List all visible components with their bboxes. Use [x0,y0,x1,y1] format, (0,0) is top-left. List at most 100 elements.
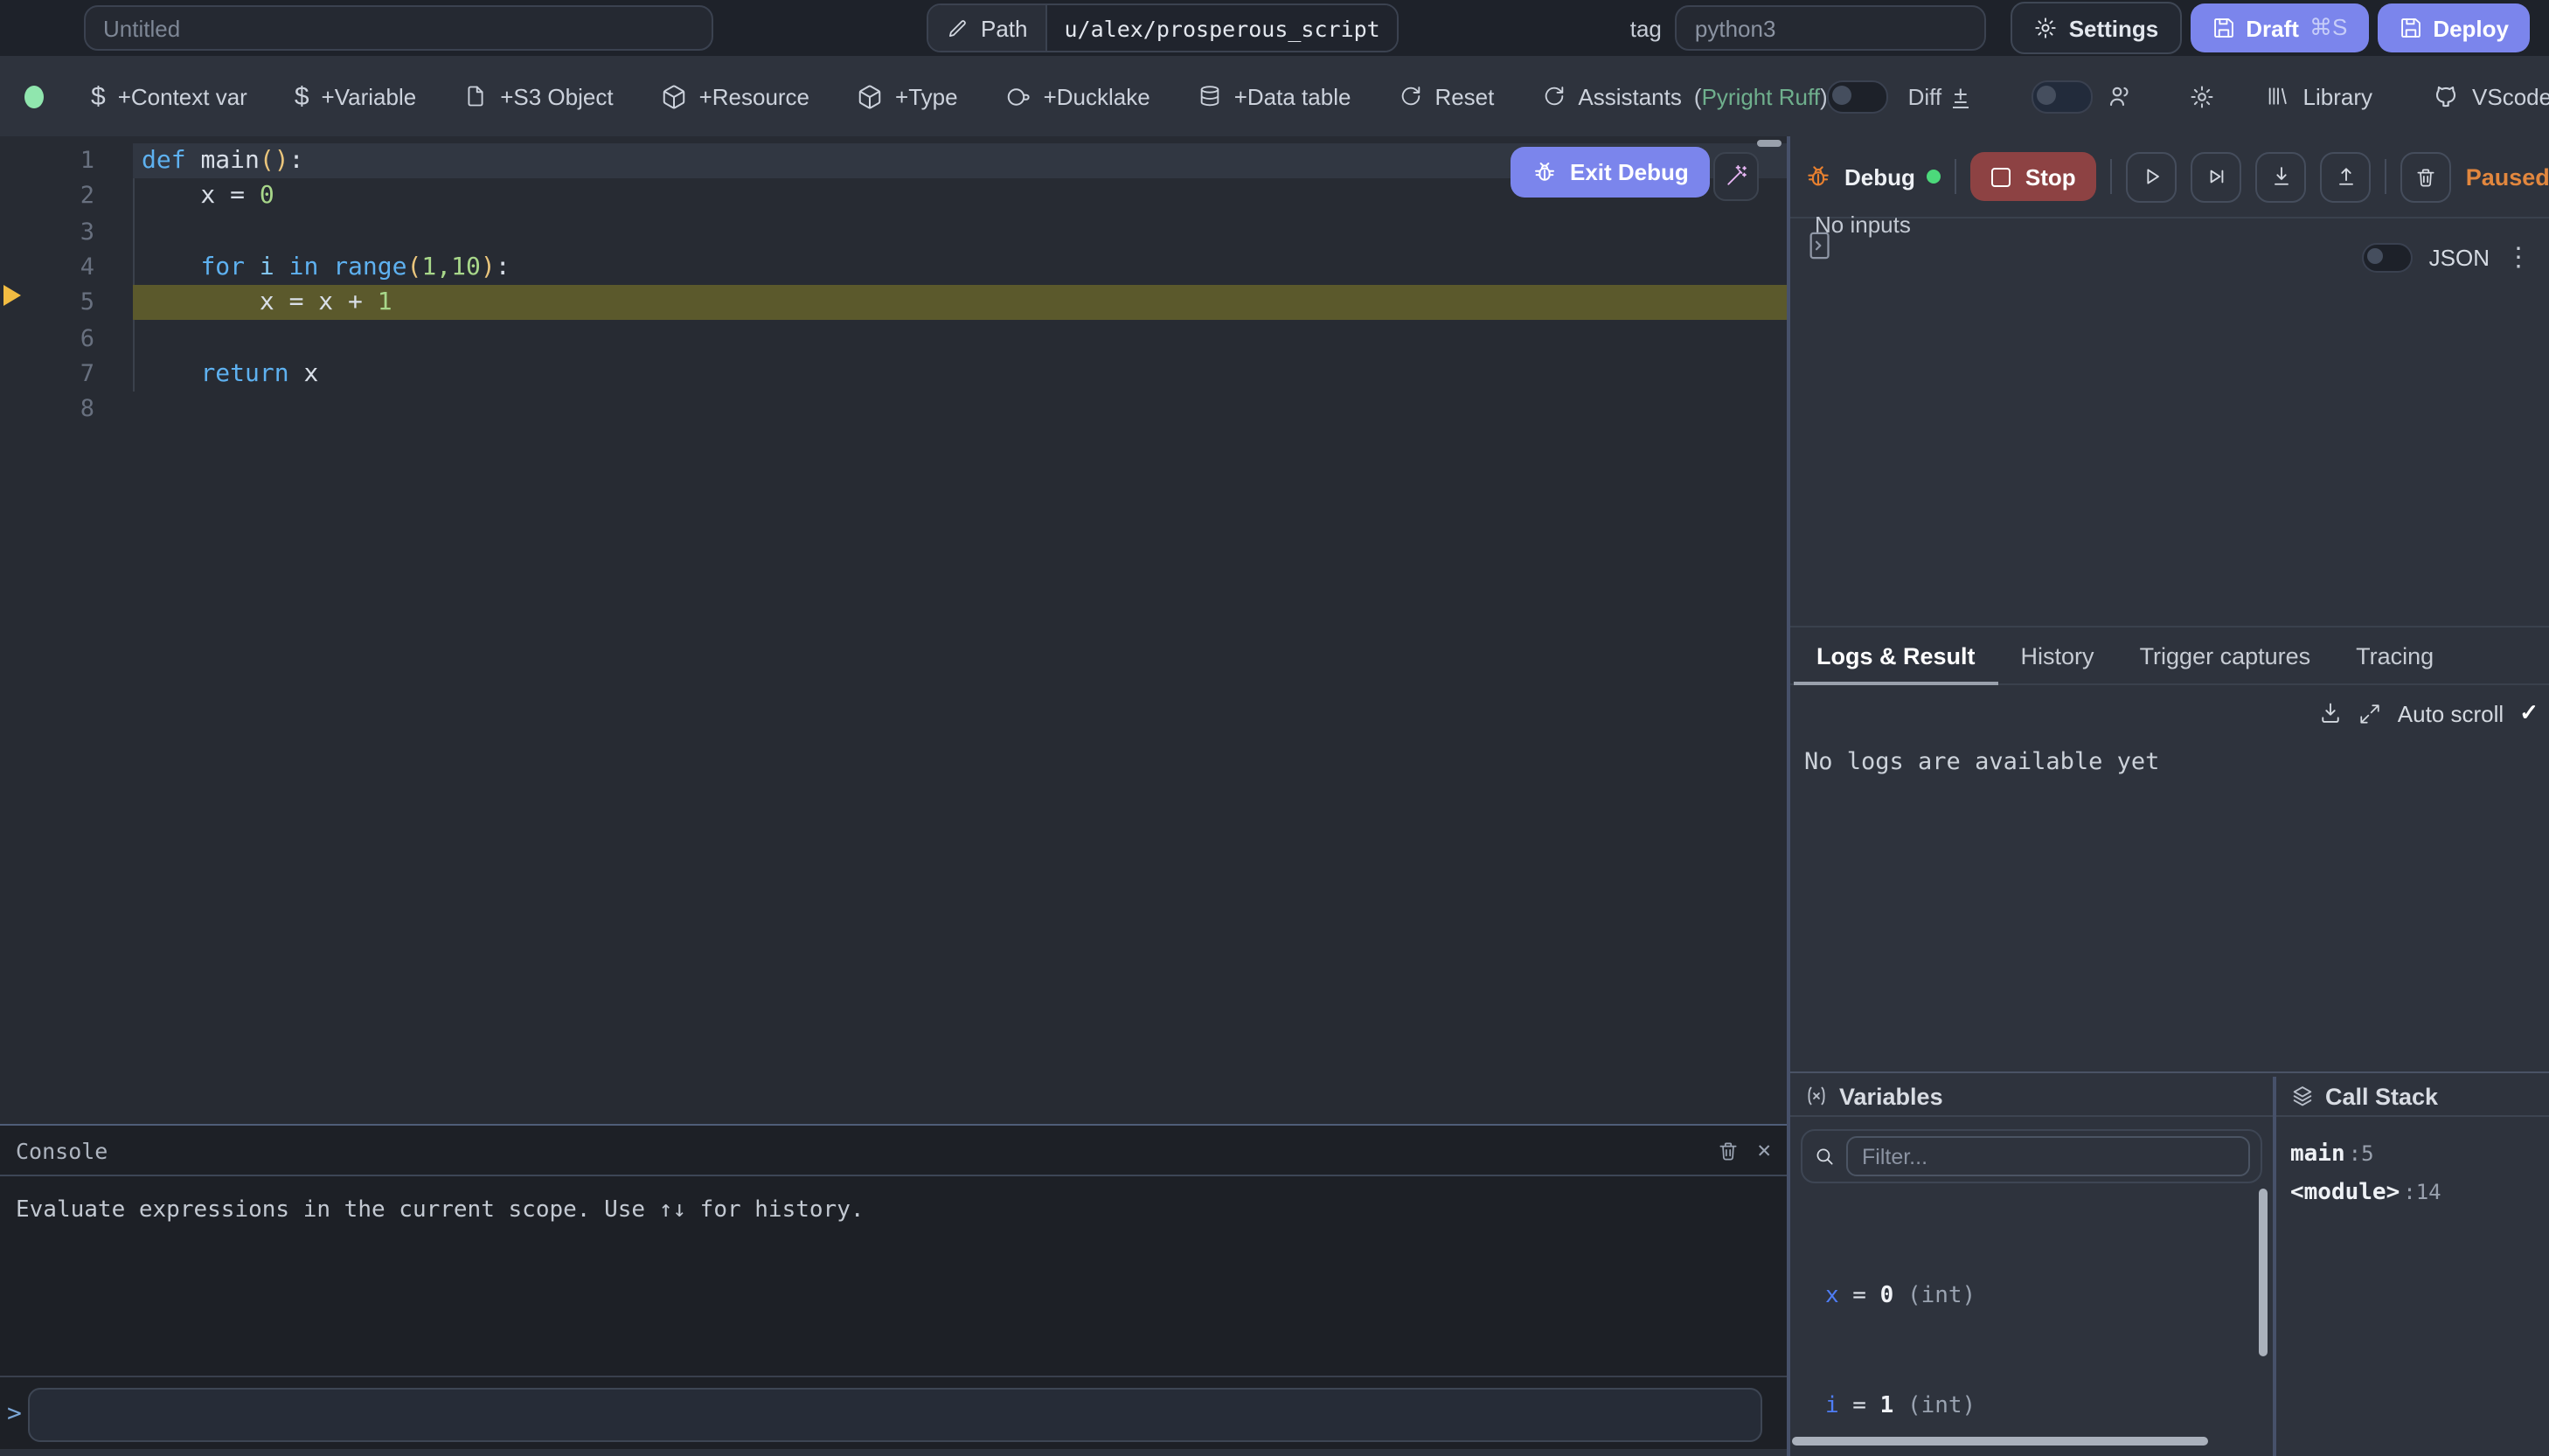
top-bar: Path u/alex/prosperous_script tag Settin… [0,0,2549,56]
code-line[interactable]: 7 return x [0,357,1787,392]
collab-toggle[interactable] [2032,80,2094,113]
console-input[interactable] [28,1387,1762,1441]
path-value[interactable]: u/alex/prosperous_script [1045,5,1398,51]
line-number[interactable]: 1 [0,147,94,175]
stack-frame[interactable]: main:5 [2290,1136,2441,1174]
step-over-button[interactable] [2191,151,2242,202]
continue-button[interactable] [2127,151,2177,202]
assistants-button[interactable]: Assistants (Pyright Ruff) [1541,83,1827,109]
add-resource-button[interactable]: +Resource [661,83,809,109]
console-clear-button[interactable] [1717,1139,1740,1161]
settings-button[interactable]: Settings [2011,2,2182,54]
debug-bottom-panels: Variables x = 0 (int) i = 1 (int) main =… [1790,1077,2549,1456]
add-variable-button[interactable]: $ +Variable [295,81,416,111]
variables-filter-input[interactable] [1846,1136,2250,1176]
expand-icon[interactable] [2359,702,2382,725]
download-logs-icon[interactable] [2319,701,2344,725]
variables-vertical-scrollbar[interactable] [2259,1189,2268,1356]
line-number[interactable]: 8 [0,395,94,423]
add-type-button[interactable]: +Type [857,83,958,109]
code-line[interactable]: 4 for i in range(1,10): [0,250,1787,286]
tab-trigger-captures[interactable]: Trigger captures [2117,627,2334,683]
ai-assist-button[interactable] [1713,152,1759,201]
vscode-button[interactable]: VScode [2432,82,2549,110]
check-icon[interactable]: ✓ [2519,699,2539,727]
console-hint: Evaluate expressions in the current scop… [0,1176,1787,1224]
tab-logs-result[interactable]: Logs & Result [1794,627,1998,683]
kebab-menu-icon[interactable]: ⋮ [2505,241,2532,273]
diff-label: Diff [1908,83,1942,109]
vscode-cat-icon [2432,82,2460,110]
draft-button[interactable]: Draft ⌘S [2190,3,2368,52]
variables-list[interactable]: x = 0 (int) i = 1 (int) main = <function… [1825,1203,2252,1435]
editor-scrollbar-thumb[interactable] [1757,140,1782,147]
dollar-icon: $ [91,81,106,111]
vscode-label: VScode [2472,83,2549,109]
step-out-icon [2334,164,2358,189]
console-close-button[interactable]: ✕ [1757,1137,1771,1163]
gear-icon[interactable] [2190,83,2216,109]
code-line[interactable]: 8 [0,392,1787,427]
database-icon [1198,84,1222,108]
toolbar-right-cluster: Diff ± Library VScode [1828,80,2549,113]
path-group[interactable]: Path u/alex/prosperous_script [927,3,1400,52]
code-editor[interactable]: 1 def main(): 2 x = 0 3 4 for i in range… [0,136,1787,1124]
step-out-button[interactable] [2321,151,2372,202]
refresh-icon [1398,84,1422,108]
add-ducklake-button[interactable]: +Ducklake [1005,83,1150,109]
stop-button[interactable]: Stop [1971,152,2097,201]
step-into-icon [2269,164,2294,189]
json-toggle-row: JSON ⋮ [2363,241,2532,273]
add-data-table-button[interactable]: +Data table [1198,83,1351,109]
line-number[interactable]: 4 [0,253,94,281]
save-icon [2398,16,2422,40]
script-title-input[interactable] [84,5,713,51]
add-s3-object-button[interactable]: +S3 Object [463,83,613,109]
line-number[interactable]: 6 [0,324,94,352]
diff-toggle[interactable] [1828,80,1889,113]
code-line[interactable]: 6 [0,321,1787,357]
code-line[interactable]: 3 [0,214,1787,250]
draft-shortcut: ⌘S [2309,14,2347,42]
tab-tracing[interactable]: Tracing [2333,627,2456,683]
users-icon[interactable] [2108,82,2136,110]
console-title: Console [16,1137,108,1163]
console-prompt: > [7,1400,28,1428]
call-stack-title: Call Stack [2325,1083,2438,1109]
reset-button[interactable]: Reset [1398,83,1494,109]
tag-group: tag [1630,5,1987,51]
clear-debug-button[interactable] [2401,151,2452,202]
toolbar-item-label: Reset [1434,83,1494,109]
line-number[interactable]: 3 [0,218,94,246]
json-toggle[interactable] [2363,242,2414,272]
toolbar-items: $ +Context var $ +Variable +S3 Object +R… [91,81,1828,111]
call-stack-header: Call Stack [2276,1077,2549,1117]
toolbar-item-label: +Ducklake [1044,83,1150,109]
inputs-area: No inputs JSON ⋮ [1790,218,2549,626]
line-number[interactable]: 7 [0,360,94,388]
debug-title-label: Debug [1844,163,1915,190]
add-context-var-button[interactable]: $ +Context var [91,81,247,111]
code-line-active-debug[interactable]: 5 x = x + 1 [0,285,1787,321]
filter-container [1801,1129,2262,1183]
magic-wand-icon [1724,164,1748,189]
variables-horizontal-scrollbar[interactable] [1792,1437,2208,1446]
logs-empty-message: No logs are available yet [1804,748,2159,776]
console-panel: Console ✕ Evaluate expressions in the cu… [0,1124,1787,1456]
library-button[interactable]: Library [2267,83,2373,109]
logs-area: Auto scroll ✓ No logs are available yet [1790,685,2549,1073]
deploy-button[interactable]: Deploy [2377,3,2530,52]
library-bars-icon [2267,84,2291,108]
separator [2386,159,2387,194]
assistants-status-value: Pyright Ruff [1702,83,1820,109]
line-number[interactable]: 2 [0,183,94,211]
step-into-button[interactable] [2256,151,2307,202]
toolbar-item-label: +Resource [699,83,809,109]
stack-frame[interactable]: <module>:14 [2290,1174,2441,1211]
exit-debug-button[interactable]: Exit Debug [1511,147,1710,198]
tag-input[interactable] [1676,5,1987,51]
auto-scroll-label[interactable]: Auto scroll [2398,700,2504,726]
toolbar-item-label: +S3 Object [500,83,613,109]
settings-label: Settings [2069,15,2159,41]
tab-history[interactable]: History [1998,627,2117,683]
